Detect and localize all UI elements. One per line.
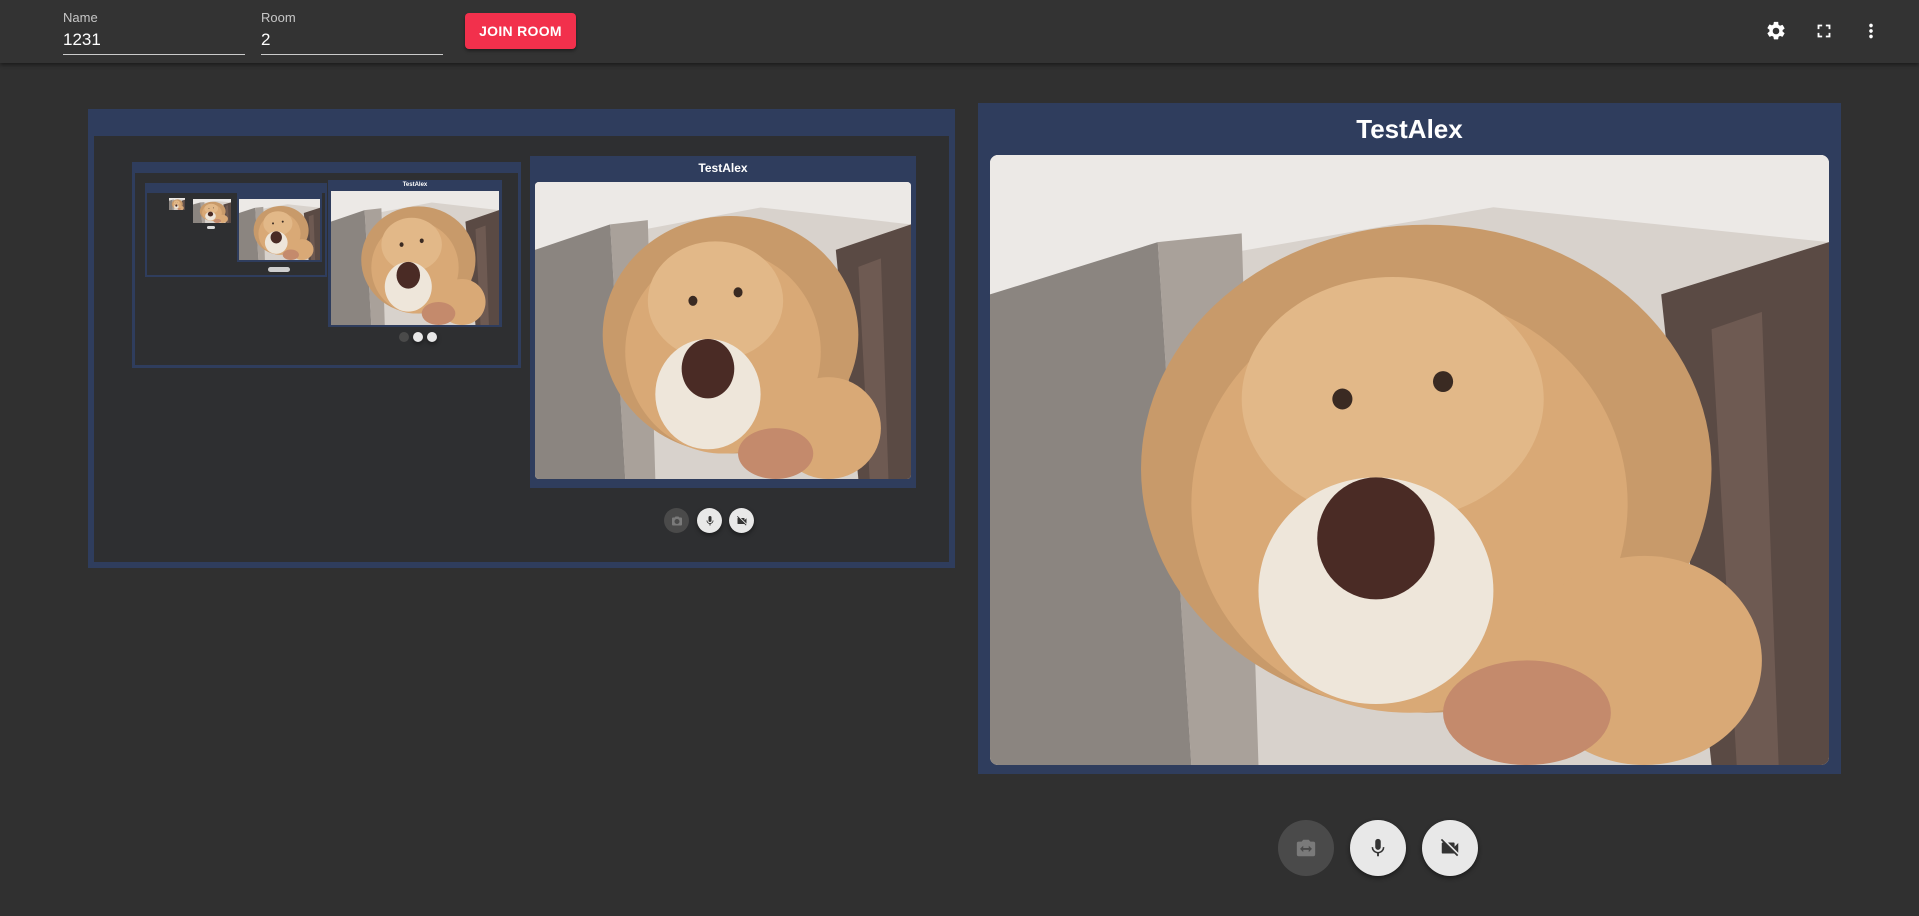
video-off-icon — [1440, 838, 1459, 857]
nested-window: TestAlex — [132, 162, 521, 368]
nested-switch-camera-button — [399, 332, 409, 342]
settings-button[interactable] — [1761, 16, 1791, 46]
mirrored-switch-camera-button — [664, 508, 689, 533]
lion-video-frame — [990, 155, 1829, 765]
deep-video-tile — [193, 199, 231, 223]
room-input[interactable] — [261, 27, 443, 55]
nested-remote-video — [331, 191, 499, 325]
remote-video — [990, 155, 1829, 765]
room-field: Room — [261, 10, 443, 56]
nested-window-content: TestAlex — [135, 173, 518, 365]
fullscreen-button[interactable] — [1809, 16, 1839, 46]
microphone-icon — [1371, 838, 1385, 857]
remote-participant-tile: TestAlex — [978, 103, 1841, 774]
nested-remote-tile: TestAlex — [328, 180, 502, 327]
deep-remote-controls — [268, 267, 290, 272]
microphone-button[interactable] — [1350, 820, 1406, 876]
more-vert-icon — [1869, 23, 1873, 39]
microphone-icon — [706, 515, 713, 525]
nested-window-deep — [145, 183, 327, 277]
local-share-content: TestAlex TestAlex — [94, 136, 949, 562]
gear-icon — [1767, 21, 1785, 40]
name-label: Name — [63, 10, 98, 25]
deep-video-thumb — [169, 198, 185, 210]
switch-camera-icon — [1296, 839, 1316, 857]
room-label: Room — [261, 10, 296, 25]
nested-mic-button — [413, 332, 423, 342]
more-options-button[interactable] — [1856, 16, 1886, 46]
switch-camera-icon — [671, 516, 682, 525]
video-toggle-button[interactable] — [1422, 820, 1478, 876]
nested-video-button — [427, 332, 437, 342]
mirrored-mic-button — [697, 508, 722, 533]
mirrored-remote-title: TestAlex — [698, 161, 748, 175]
mirrored-video-button — [729, 508, 754, 533]
nested-remote-title: TestAlex — [402, 182, 428, 188]
name-field: Name — [63, 10, 245, 56]
mirrored-remote-tile: TestAlex — [530, 156, 916, 488]
local-share-panel: TestAlex TestAlex — [88, 109, 955, 568]
name-input[interactable] — [63, 27, 245, 55]
deep-remote-video — [239, 199, 320, 260]
switch-camera-button[interactable] — [1278, 820, 1334, 876]
top-app-bar: Name Room JOIN ROOM — [0, 0, 1919, 63]
fullscreen-icon — [1817, 24, 1831, 38]
video-off-icon — [736, 515, 746, 525]
join-room-button[interactable]: JOIN ROOM — [465, 13, 576, 49]
mirrored-remote-video — [535, 182, 911, 479]
remote-participant-name: TestAlex — [1356, 114, 1463, 144]
deep-remote-tile — [237, 191, 322, 262]
deep-controls — [207, 226, 215, 229]
